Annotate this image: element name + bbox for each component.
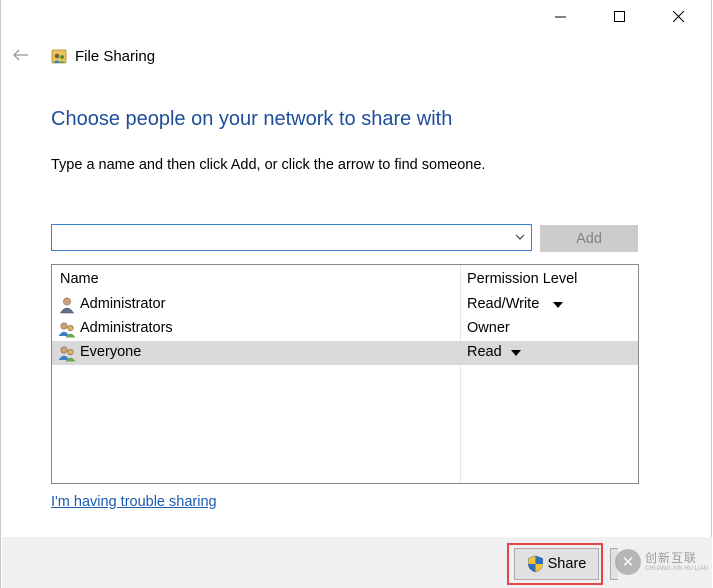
footer-bar xyxy=(2,537,712,588)
minimize-button[interactable] xyxy=(532,0,590,34)
close-icon xyxy=(673,11,685,23)
users-group-icon xyxy=(58,322,76,338)
column-header-name[interactable]: Name xyxy=(60,271,99,287)
name-input[interactable] xyxy=(52,225,514,250)
maximize-button[interactable] xyxy=(591,0,649,34)
window-title: File Sharing xyxy=(75,47,156,65)
list-header: Name Permission Level xyxy=(52,265,638,291)
back-button[interactable] xyxy=(10,44,32,66)
watermark-logo: ✕ 创新互联 CHUANG XIN HU LIAN xyxy=(615,549,708,575)
trouble-sharing-link[interactable]: I'm having trouble sharing xyxy=(51,494,217,510)
page-heading: Choose people on your network to share w… xyxy=(51,108,453,130)
row-permission: Owner xyxy=(467,320,510,336)
row-permission[interactable]: Read xyxy=(467,344,502,360)
row-name: Everyone xyxy=(80,344,142,360)
users-group-icon xyxy=(58,346,76,362)
watermark-icon: ✕ xyxy=(615,549,641,575)
window-title-bar: File Sharing xyxy=(51,45,155,67)
maximize-icon xyxy=(614,11,625,22)
list-item[interactable]: Administrator Read/Write xyxy=(52,293,638,317)
row-name: Administrators xyxy=(80,320,173,336)
row-name: Administrator xyxy=(80,296,166,312)
back-arrow-icon xyxy=(13,49,28,61)
uac-shield-icon xyxy=(527,555,543,573)
file-sharing-window: File Sharing Choose people on your netwo… xyxy=(0,0,712,588)
instruction-text: Type a name and then click Add, or click… xyxy=(51,157,486,173)
name-combobox[interactable] xyxy=(51,224,532,251)
watermark-text: 创新互联 xyxy=(645,551,698,565)
column-header-permission[interactable]: Permission Level xyxy=(467,271,577,287)
share-button-label: Share xyxy=(547,556,587,572)
file-sharing-icon xyxy=(51,49,67,63)
user-icon xyxy=(59,297,75,314)
add-button[interactable]: Add xyxy=(540,225,638,252)
share-button[interactable]: Share xyxy=(514,548,599,580)
list-item[interactable]: Everyone Read xyxy=(52,341,638,365)
chevron-down-icon[interactable] xyxy=(513,230,527,244)
permission-dropdown-icon[interactable] xyxy=(553,302,563,308)
minimize-icon xyxy=(555,16,566,18)
permission-dropdown-icon[interactable] xyxy=(511,350,521,356)
close-button[interactable] xyxy=(650,0,708,34)
sharing-list: Name Permission Level Administrator Read… xyxy=(51,264,639,484)
watermark-subtext: CHUANG XIN HU LIAN xyxy=(645,566,709,572)
row-permission[interactable]: Read/Write xyxy=(467,296,539,312)
list-item[interactable]: Administrators Owner xyxy=(52,317,638,341)
